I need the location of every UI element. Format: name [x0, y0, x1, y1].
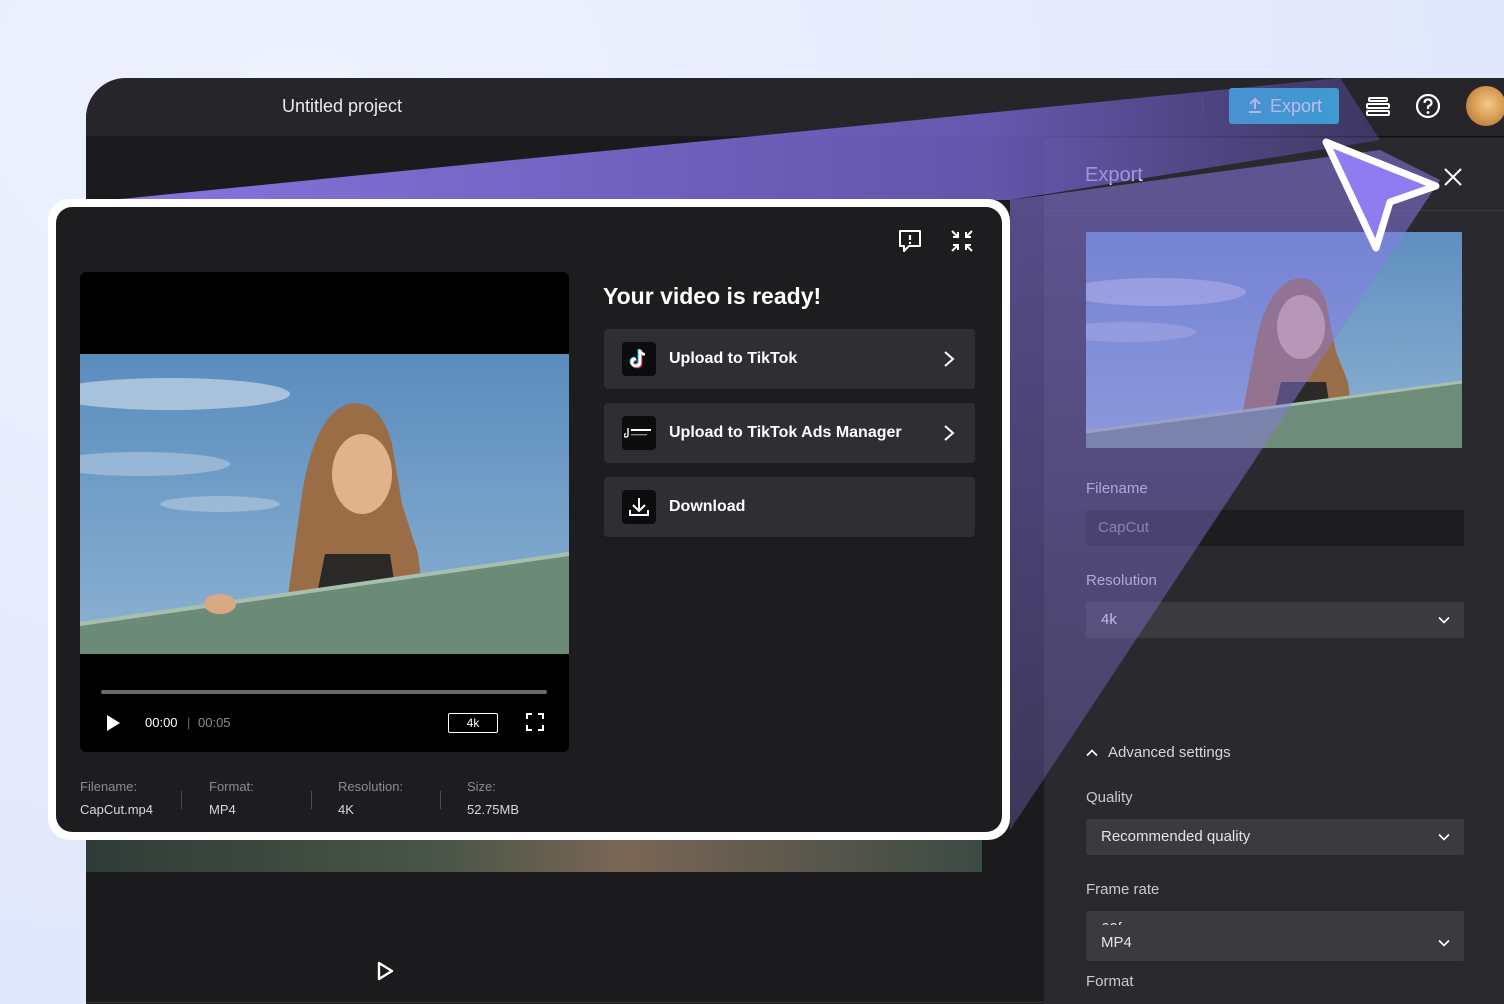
upload-tiktok-label: Upload to TikTok — [669, 350, 798, 367]
thumbnail-image — [1086, 232, 1462, 448]
progress-bar[interactable] — [101, 690, 547, 694]
meta-key: Resolution: — [338, 779, 404, 794]
chevron-down-icon — [1438, 939, 1450, 947]
chevron-right-icon — [944, 425, 955, 441]
time-separator: | — [187, 715, 191, 730]
video-ready-modal: 00:00 | 00:05 4k Your video is ready! Up… — [48, 199, 1010, 840]
tiktok-business-icon — [622, 416, 656, 450]
chevron-right-icon — [944, 351, 955, 367]
meta-value: MP4 — [209, 802, 236, 817]
video-player[interactable]: 00:00 | 00:05 4k — [80, 272, 569, 752]
user-avatar[interactable] — [1466, 86, 1504, 126]
format-value: MP4 — [1101, 934, 1132, 951]
help-icon[interactable] — [1414, 92, 1442, 120]
upload-icon — [1248, 97, 1261, 113]
play-icon[interactable] — [376, 960, 396, 982]
feedback-icon[interactable] — [896, 227, 924, 255]
format-select[interactable]: MP4 — [1086, 925, 1464, 961]
toolbar-divider — [1202, 98, 1203, 116]
chevron-up-icon — [1086, 748, 1098, 756]
framerate-label: Frame rate — [1086, 881, 1160, 898]
meta-value: 4K — [338, 802, 354, 817]
quality-value: Recommended quality — [1101, 828, 1251, 845]
project-title[interactable]: Untitled project — [282, 96, 402, 117]
meta-filename: Filename: CapCut.mp4 — [80, 779, 153, 817]
close-icon[interactable] — [1442, 166, 1464, 188]
fullscreen-icon[interactable] — [526, 713, 544, 731]
meta-divider — [440, 791, 441, 809]
cursor-arrow-icon — [1322, 138, 1440, 252]
download-label: Download — [669, 498, 746, 515]
format-label: Format — [1086, 973, 1134, 990]
meta-key: Filename: — [80, 779, 138, 794]
meta-format: Format: MP4 — [209, 779, 254, 817]
timeline-divider — [86, 1002, 1044, 1003]
filename-input[interactable]: CapCut — [1086, 510, 1464, 546]
meta-divider — [181, 791, 182, 809]
download-icon — [622, 490, 656, 524]
canvas-video-strip — [86, 836, 982, 872]
meta-value: CapCut.mp4 — [80, 802, 153, 817]
meta-value: 52.75MB — [467, 802, 520, 817]
quality-select[interactable]: Recommended quality — [1086, 819, 1464, 855]
video-image — [80, 354, 569, 654]
export-button-label: Export — [1269, 95, 1323, 116]
advanced-settings-toggle[interactable]: Advanced settings — [1086, 744, 1231, 761]
download-button[interactable]: Download — [604, 477, 975, 537]
meta-divider — [311, 791, 312, 809]
play-icon[interactable] — [104, 714, 122, 732]
export-panel: Export Filename CapCut Resolution 4k Adv… — [1044, 138, 1504, 1004]
export-thumbnail — [1086, 232, 1462, 448]
tiktok-icon — [622, 342, 656, 376]
advanced-settings-label: Advanced settings — [1108, 744, 1231, 761]
meta-resolution: Resolution: 4K — [338, 779, 403, 817]
total-time: 00:05 — [198, 715, 231, 730]
video-frame — [80, 354, 569, 654]
quality-badge[interactable]: 4k — [448, 713, 498, 733]
meta-key: Size: — [467, 779, 496, 794]
filename-label: Filename — [1086, 480, 1148, 497]
upload-tiktok-ads-label: Upload to TikTok Ads Manager — [669, 424, 902, 441]
resolution-label: Resolution — [1086, 572, 1157, 589]
resolution-select[interactable]: 4k — [1086, 602, 1464, 638]
panel-title: Export — [1085, 164, 1143, 186]
quality-label: Quality — [1086, 789, 1133, 806]
modal-title: Your video is ready! — [603, 283, 822, 309]
meta-key: Format: — [209, 779, 254, 794]
export-button[interactable]: Export — [1229, 88, 1339, 124]
layers-icon[interactable] — [1364, 92, 1392, 120]
chevron-down-icon — [1438, 833, 1450, 841]
minimize-icon[interactable] — [948, 227, 976, 255]
chevron-down-icon — [1438, 616, 1450, 624]
upload-tiktok-button[interactable]: Upload to TikTok — [604, 329, 975, 389]
upload-tiktok-ads-button[interactable]: Upload to TikTok Ads Manager — [604, 403, 975, 463]
modal-content: 00:00 | 00:05 4k Your video is ready! Up… — [56, 207, 1002, 832]
meta-size: Size: 52.75MB — [467, 779, 519, 817]
current-time: 00:00 — [145, 715, 178, 730]
resolution-value: 4k — [1101, 611, 1117, 628]
top-bar: Untitled project Export — [86, 78, 1504, 137]
